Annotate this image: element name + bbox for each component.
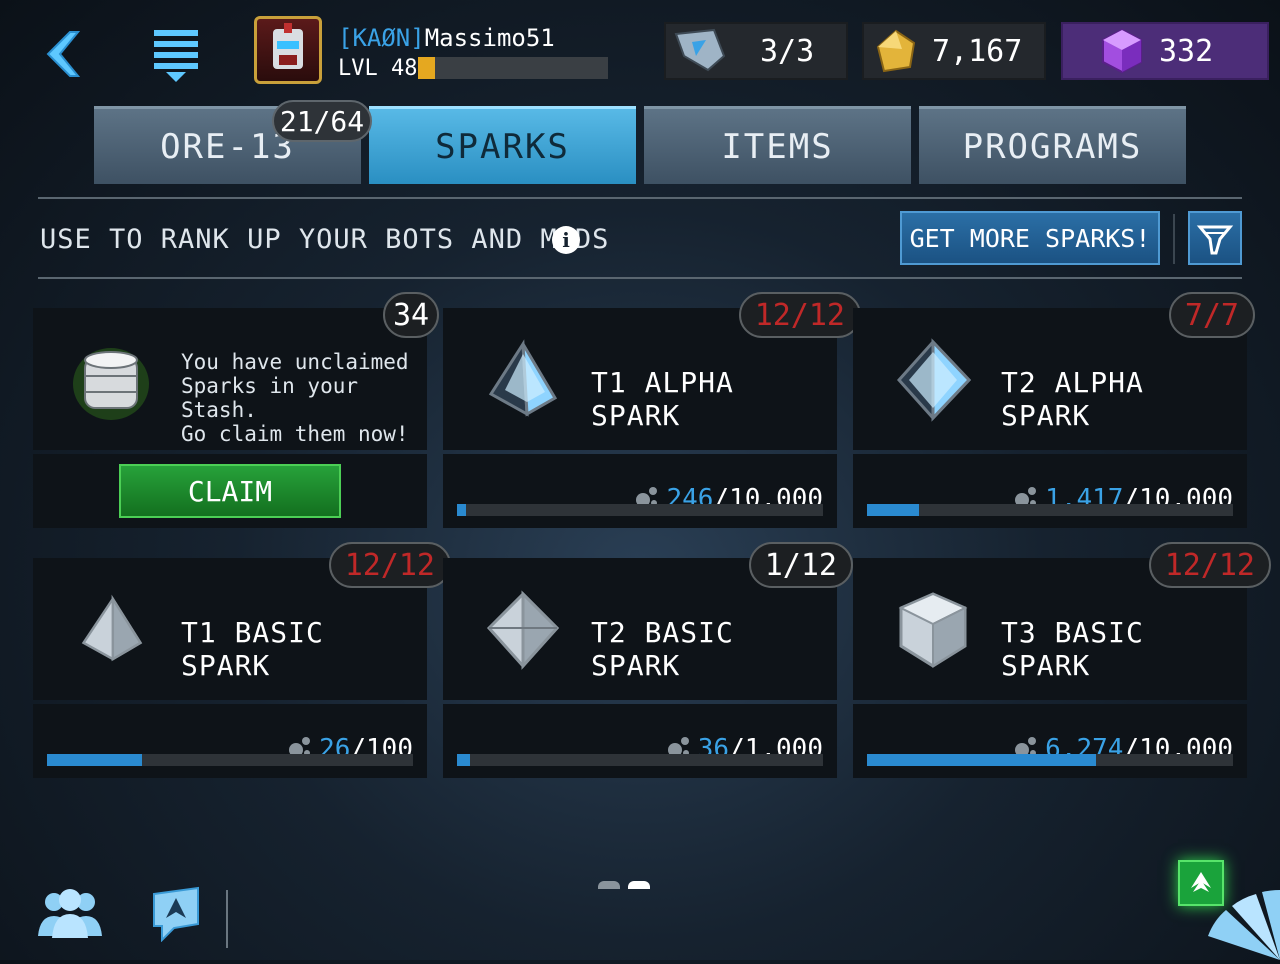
menu-button[interactable] [146, 22, 210, 86]
spark-progress-fill [47, 754, 143, 766]
stash-database-icon [73, 348, 149, 420]
menu-icon [154, 30, 198, 82]
spark-progress-fill [457, 754, 471, 766]
claim-button[interactable]: CLAIM [119, 464, 341, 518]
spark-rank-badge: 1/12 [748, 542, 853, 588]
player-avatar[interactable] [254, 16, 322, 84]
hint-text: USE TO RANK UP YOUR BOTS AND MODS [40, 224, 610, 255]
spark-title: T1 BASIC SPARK [181, 616, 324, 682]
gems-value: 332 [1159, 33, 1214, 69]
stash-line-2: Sparks in your Stash. [181, 374, 359, 422]
stash-card-top: You have unclaimed Sparks in your Stash.… [33, 308, 427, 450]
clan-tag: [KAØN] [338, 24, 425, 52]
xp-bar [418, 57, 608, 79]
basic-spark-cube-icon [898, 592, 968, 668]
spark-progress-bar [867, 754, 1233, 766]
bottom-separator [226, 890, 228, 948]
spark-rank-badge: 12/12 [1148, 542, 1271, 588]
robot-head-icon [273, 23, 303, 69]
page-dot-active [628, 881, 650, 889]
spark-progress-fill [867, 504, 919, 516]
gold-ore-icon [876, 29, 916, 73]
energy-value: 3/3 [760, 33, 815, 69]
spark-progress-bar [47, 754, 413, 766]
spark-progress-fill [867, 754, 1097, 766]
player-level: LVL 48 [338, 56, 418, 81]
stash-count-badge: 34 [383, 292, 439, 338]
alpha-spark-pyramid-icon [488, 339, 558, 417]
spark-title: T2 ALPHA SPARK [1001, 366, 1144, 432]
spark-progress-bar [457, 504, 823, 516]
toolbar-separator [1173, 214, 1175, 264]
player-username: Massimo51 [424, 24, 555, 52]
spark-card-bottom: 26/100 [33, 704, 427, 778]
friends-icon [38, 889, 102, 938]
info-icon[interactable]: i [552, 226, 580, 254]
filter-button[interactable] [1188, 211, 1242, 265]
energy-counter[interactable]: 3/3 [664, 22, 848, 80]
tab-items[interactable]: ITEMS [644, 106, 911, 184]
stash-message: You have unclaimed Sparks in your Stash.… [181, 350, 427, 446]
fan-menu-icon [1208, 890, 1280, 960]
spark-title: T3 BASIC SPARK [1001, 616, 1144, 682]
spark-card-bottom: 1,417/10,000 [853, 454, 1247, 528]
page-dot [598, 881, 620, 889]
get-more-sparks-button[interactable]: GET MORE SPARKS! [900, 211, 1160, 265]
stash-line-1: You have unclaimed [181, 350, 409, 374]
basic-spark-pyramid-icon [81, 594, 143, 662]
gem-cube-icon [1102, 28, 1142, 74]
spark-progress-fill [457, 504, 467, 516]
page-indicator [598, 874, 658, 893]
tab-sparks[interactable]: SPARKS [369, 106, 636, 184]
stash-card-bottom: CLAIM [33, 454, 427, 528]
spark-card-bottom: 6,274/10,000 [853, 704, 1247, 778]
spark-rank-badge: 12/12 [738, 292, 861, 338]
ore-count-badge: 21/64 [272, 100, 372, 142]
gold-counter[interactable]: 7,167 [862, 22, 1046, 80]
tab-programs[interactable]: PROGRAMS [919, 106, 1186, 184]
spark-rank-badge: 12/12 [328, 542, 451, 588]
gems-counter[interactable]: 332 [1061, 22, 1269, 80]
fan-menu-button[interactable] [1200, 880, 1280, 960]
back-arrow-icon [46, 31, 81, 77]
spark-progress-bar [867, 504, 1233, 516]
chat-button[interactable] [150, 884, 202, 943]
player-name: [KAØN]Massimo51 [338, 24, 555, 52]
xp-bar-fill [418, 57, 436, 79]
energy-flag-icon [674, 28, 726, 72]
friends-button[interactable] [34, 888, 106, 940]
basic-spark-octahedron-icon [486, 590, 560, 670]
spark-card-bottom: 36/1,000 [443, 704, 837, 778]
back-button[interactable] [30, 22, 94, 86]
chat-bubble-icon [153, 886, 199, 943]
spark-rank-badge: 7/7 [1168, 292, 1255, 338]
spark-card-bottom: 246/10,000 [443, 454, 837, 528]
divider-top [38, 197, 1242, 199]
spark-progress-bar [457, 754, 823, 766]
gold-value: 7,167 [932, 33, 1023, 69]
spark-title: T2 BASIC SPARK [591, 616, 734, 682]
stash-line-3: Go claim them now! [181, 422, 409, 446]
spark-title: T1 ALPHA SPARK [591, 366, 734, 432]
divider-bottom [38, 277, 1242, 279]
alpha-spark-octahedron-icon [896, 338, 972, 422]
filter-funnel-icon [1196, 225, 1234, 255]
